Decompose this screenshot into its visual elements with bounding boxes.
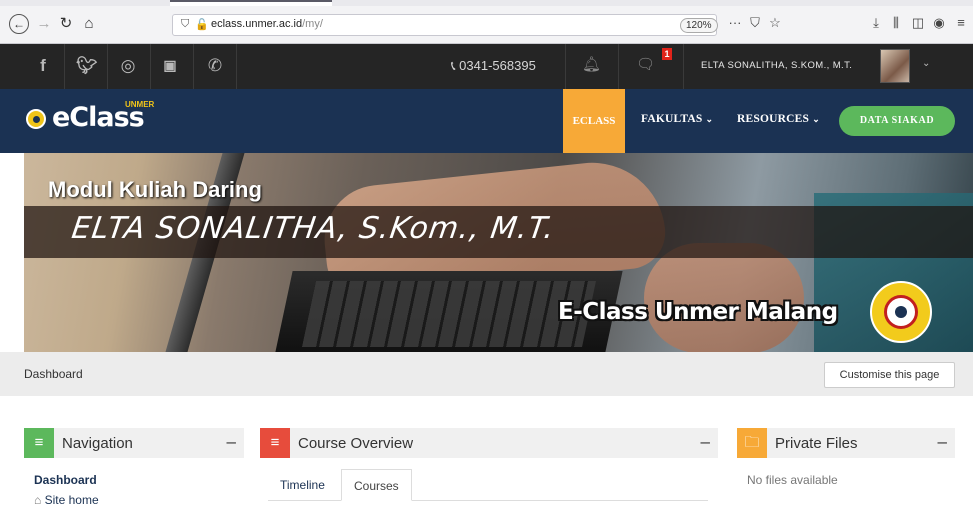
top-social-bar: f 🐦︎ ◎ ▣ ✆ 📞︎ 0341-568395 🔔︎ 🗨︎ 1 ELTA S…	[0, 44, 973, 89]
university-seal-icon	[870, 281, 932, 343]
avatar[interactable]	[880, 49, 910, 83]
banner-subtitle: E-Class Unmer Malang	[558, 299, 838, 325]
divider	[236, 44, 237, 89]
user-name[interactable]: ELTA SONALITHA, S.KOM., M.T.	[701, 60, 852, 71]
tab-strip	[0, 0, 973, 6]
collapse-icon[interactable]: –	[227, 432, 236, 452]
banner-keyboard	[301, 281, 597, 347]
insecure-lock-icon[interactable]: 🔓	[195, 18, 209, 31]
shield-icon[interactable]: ⛉	[181, 18, 189, 31]
divider	[107, 44, 108, 89]
menu-fakultas[interactable]: FAKULTAS ⌄	[641, 113, 713, 125]
menu-eclass[interactable]: ECLASS	[563, 89, 625, 153]
bookmark-star-icon[interactable]: ☆	[767, 15, 783, 31]
browser-toolbar: ← → ↻ ⌂ ⛉ 🔓 eclass.unmer.ac.id/my/ 120% …	[0, 0, 973, 44]
phone-number: 📞︎ 0341-568395	[451, 58, 536, 73]
url-text: eclass.unmer.ac.id/my/	[211, 18, 323, 30]
zoom-indicator[interactable]: 120%	[680, 18, 718, 33]
tab-courses[interactable]: Courses	[341, 469, 412, 501]
no-files-message: No files available	[747, 473, 838, 487]
twitter-icon[interactable]: 🐦︎	[76, 56, 98, 76]
youtube-icon[interactable]: ▣	[160, 57, 180, 74]
facebook-icon[interactable]: f	[33, 56, 53, 76]
main-header: eClass UNMER ECLASS FAKULTAS ⌄ RESOURCES…	[0, 89, 973, 153]
sidebar-icon[interactable]: ◫	[910, 15, 926, 31]
page-actions-icon[interactable]: ···	[727, 15, 743, 30]
forward-arrow-icon[interactable]: →	[35, 14, 53, 34]
course-overview-block-header: ≡ Course Overview –	[260, 428, 718, 458]
menu-icon[interactable]: ≡	[953, 15, 969, 30]
navigation-block-title: Navigation	[62, 435, 133, 452]
logo-superscript: UNMER	[125, 100, 155, 109]
banner-hand	[644, 243, 804, 352]
collapse-icon[interactable]: –	[701, 432, 710, 452]
divider	[193, 44, 194, 89]
banner-title: Modul Kuliah Daring	[48, 177, 262, 202]
active-tab[interactable]	[170, 0, 332, 6]
private-files-title: Private Files	[775, 435, 858, 452]
divider	[565, 44, 566, 89]
instagram-icon[interactable]: ◎	[118, 56, 138, 76]
course-overview-menu-icon: ≡	[260, 428, 290, 458]
navigation-block-header: ≡ Navigation –	[24, 428, 244, 458]
tab-timeline[interactable]: Timeline	[268, 469, 337, 501]
logo-emblem-icon[interactable]	[26, 109, 46, 129]
data-siakad-button[interactable]: DATA SIAKAD	[839, 106, 955, 136]
home-icon[interactable]: ⌂	[80, 14, 98, 34]
chevron-down-icon: ⌄	[705, 114, 714, 124]
chevron-down-icon: ⌄	[812, 114, 820, 124]
collapse-icon[interactable]: –	[938, 432, 947, 452]
pocket-icon[interactable]: ⛉	[747, 15, 763, 31]
breadcrumb-dashboard[interactable]: Dashboard	[24, 367, 83, 381]
nav-item-site-home[interactable]: ⌂ Site home	[34, 493, 99, 507]
course-overview-tabs: Timeline Courses	[268, 469, 708, 501]
folder-icon: 🗀	[737, 428, 767, 458]
nav-item-dashboard[interactable]: Dashboard	[34, 473, 97, 487]
library-icon[interactable]: ⫼	[888, 15, 904, 31]
reload-icon[interactable]: ↻	[57, 14, 75, 34]
address-bar[interactable]: ⛉ 🔓 eclass.unmer.ac.id/my/ 120%	[172, 14, 718, 36]
private-files-block-header: 🗀 Private Files –	[737, 428, 955, 458]
downloads-icon[interactable]: ⤓	[868, 15, 884, 31]
account-icon[interactable]: ◉	[931, 15, 947, 31]
banner-lecturer-name: ELTA SONALITHA, S.Kom., M.T.	[69, 211, 558, 246]
divider	[683, 44, 684, 89]
customise-page-button[interactable]: Customise this page	[824, 362, 955, 388]
notification-badge: 1	[662, 48, 672, 60]
whatsapp-icon[interactable]: ✆	[205, 56, 225, 76]
course-overview-title: Course Overview	[298, 435, 414, 452]
divider	[618, 44, 619, 89]
navigation-menu-icon: ≡	[24, 428, 54, 458]
chevron-down-icon[interactable]: ⌄	[922, 58, 930, 69]
divider	[150, 44, 151, 89]
home-icon: ⌂	[34, 493, 42, 507]
back-arrow-icon[interactable]: ←	[9, 14, 29, 34]
message-icon[interactable]: 🗨︎	[636, 55, 655, 73]
bell-icon[interactable]: 🔔︎	[582, 55, 601, 73]
hero-banner: Modul Kuliah Daring ELTA SONALITHA, S.Ko…	[24, 153, 973, 352]
divider	[64, 44, 65, 89]
menu-resources[interactable]: RESOURCES ⌄	[737, 113, 820, 125]
breadcrumb: Dashboard Customise this page	[0, 352, 973, 396]
